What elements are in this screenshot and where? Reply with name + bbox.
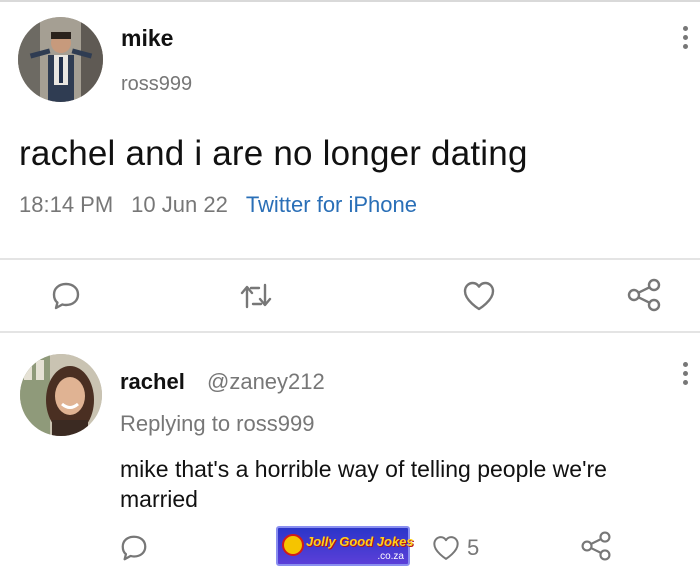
reply-author-handle[interactable]: @zaney212 [207,369,325,395]
watermark-domain: .co.za [377,551,404,562]
like-count: 5 [467,535,480,560]
share-icon[interactable] [625,278,663,317]
reply-icon[interactable] [50,280,82,317]
watermark-face-icon [282,534,304,556]
reply-author-name[interactable]: rachel [120,369,185,395]
more-vertical-icon[interactable] [683,26,689,53]
tweet-date: 10 Jun 22 [131,192,228,217]
heart-icon[interactable] [431,534,461,567]
top-border [0,0,700,2]
avatar-mike[interactable] [18,17,103,102]
tweet-author-name[interactable]: mike [121,25,173,52]
watermark-logo: Jolly Good Jokes .co.za [276,526,414,566]
retweet-icon[interactable] [239,281,273,316]
divider [0,331,700,333]
tweet-author-handle[interactable]: ross999 [121,73,192,96]
replying-to[interactable]: Replying to ross999 [120,411,314,437]
divider [0,258,700,260]
tweet-source-link[interactable]: Twitter for iPhone [246,192,417,217]
heart-icon[interactable] [461,280,497,317]
avatar-rachel[interactable] [20,354,102,436]
share-icon[interactable] [579,530,613,567]
tweet-time: 18:14 PM [19,192,114,217]
reply-text: mike that's a horrible way of telling pe… [120,456,607,512]
tweet-text: rachel and i are no longer dating [19,134,528,173]
watermark-brand: Jolly Good Jokes [306,534,414,549]
tweet-meta: 18:14 PM 10 Jun 22 Twitter for iPhone [19,192,417,218]
reply-icon[interactable] [119,533,149,568]
more-vertical-icon[interactable] [683,362,689,389]
